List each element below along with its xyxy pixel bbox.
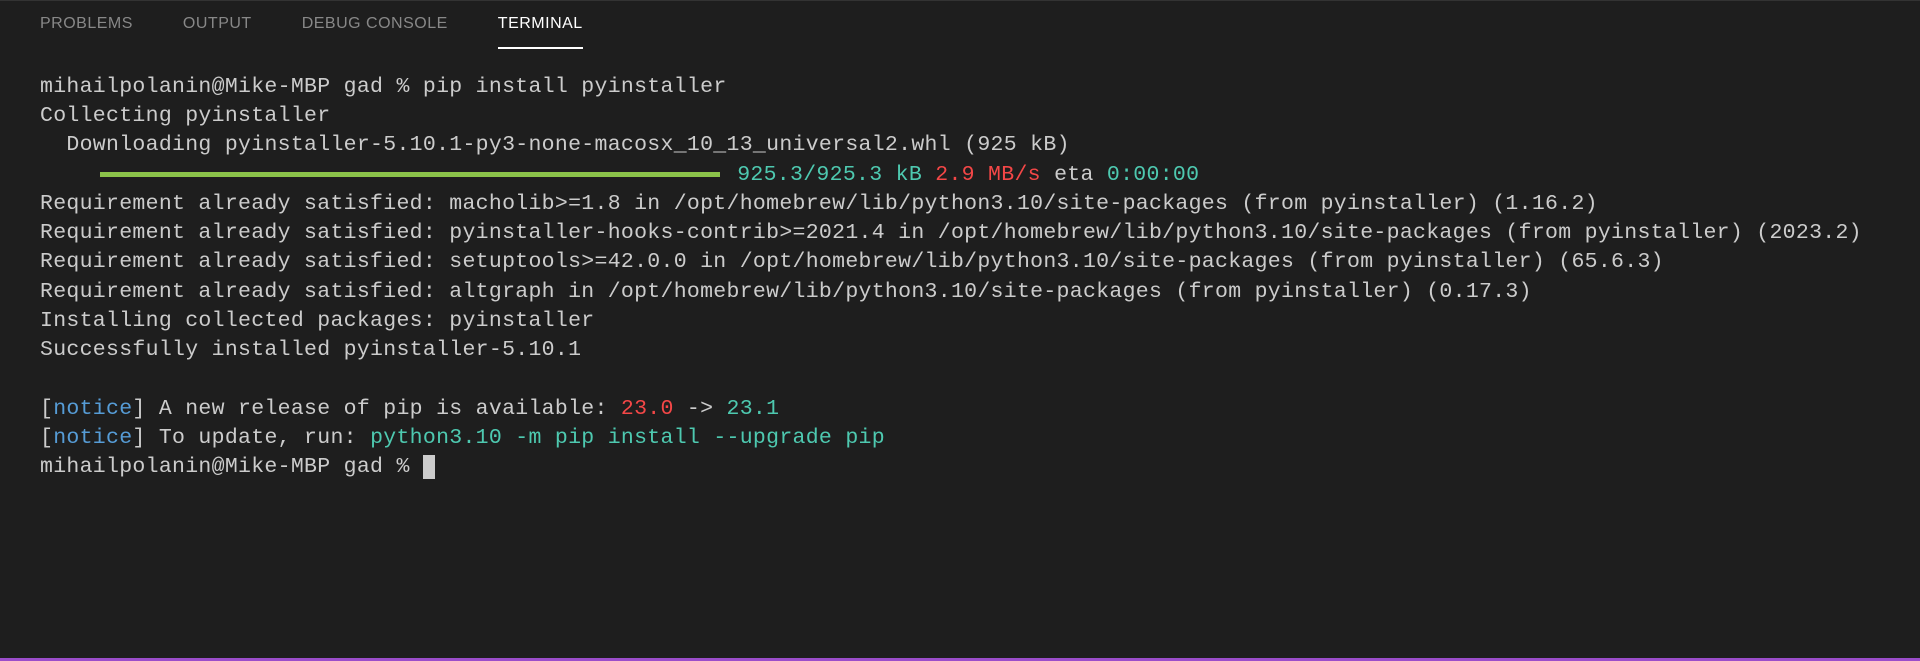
panel-tabs: PROBLEMS OUTPUT DEBUG CONSOLE TERMINAL <box>0 1 1920 49</box>
output-line: Requirement already satisfied: pyinstall… <box>40 221 1862 245</box>
output-line: Downloading pyinstaller-5.10.1-py3-none-… <box>40 133 1070 157</box>
notice-bracket: [ <box>40 397 53 421</box>
output-line: Collecting pyinstaller <box>40 104 330 128</box>
progress-eta: 0:00:00 <box>1107 163 1199 187</box>
notice-bracket: ] To update, run: <box>132 426 370 450</box>
notice-bracket: [ <box>40 426 53 450</box>
output-line: Installing collected packages: pyinstall… <box>40 309 595 333</box>
tab-debug-console[interactable]: DEBUG CONSOLE <box>302 15 448 49</box>
output-line: Requirement already satisfied: setuptool… <box>40 250 1664 274</box>
progress-size: 925.3/925.3 kB <box>724 163 922 187</box>
tab-output[interactable]: OUTPUT <box>183 15 252 49</box>
suggested-command: python3.10 -m pip install --upgrade pip <box>370 426 885 450</box>
prompt-text: mihailpolanin@Mike-MBP gad % <box>40 455 423 479</box>
terminal-output[interactable]: mihailpolanin@Mike-MBP gad % pip install… <box>0 73 1920 482</box>
version-old: 23.0 <box>621 397 674 421</box>
tab-terminal[interactable]: TERMINAL <box>498 15 583 49</box>
version-arrow: -> <box>674 397 727 421</box>
tab-problems[interactable]: PROBLEMS <box>40 15 133 49</box>
cursor-icon <box>423 455 435 479</box>
progress-eta-label: eta <box>1041 163 1107 187</box>
output-line: Successfully installed pyinstaller-5.10.… <box>40 338 581 362</box>
notice-bracket: ] A new release of pip is available: <box>132 397 620 421</box>
version-new: 23.1 <box>727 397 780 421</box>
notice-label: notice <box>53 397 132 421</box>
notice-label: notice <box>53 426 132 450</box>
output-line: Requirement already satisfied: macholib>… <box>40 192 1598 216</box>
progress-speed: 2.9 MB/s <box>922 163 1041 187</box>
prompt-text: mihailpolanin@Mike-MBP gad % <box>40 75 423 99</box>
output-line: Requirement already satisfied: altgraph … <box>40 280 1532 304</box>
progress-bar <box>100 172 720 177</box>
command-text: pip install pyinstaller <box>423 75 727 99</box>
